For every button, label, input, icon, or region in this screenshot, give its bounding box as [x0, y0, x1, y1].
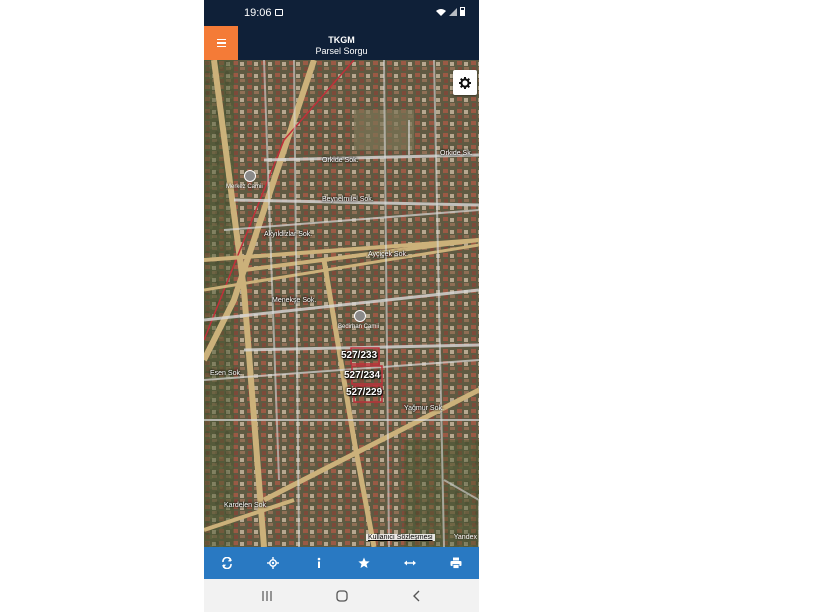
android-nav-bar	[204, 579, 479, 612]
street-label: Kardelen Sok.	[224, 502, 268, 509]
mosque-icon[interactable]	[244, 170, 256, 182]
satellite-imagery	[204, 60, 479, 547]
recents-button[interactable]	[252, 581, 282, 611]
gear-icon	[459, 76, 471, 89]
refresh-icon	[222, 557, 232, 569]
street-label: Yağmur Sok.	[404, 405, 444, 412]
back-icon	[412, 590, 419, 601]
info-button[interactable]	[304, 547, 334, 579]
recents-icon	[261, 590, 272, 601]
star-icon	[358, 557, 370, 568]
poi-label: Bedirhan Camii	[338, 324, 380, 330]
map-attribution: Yandex	[453, 534, 477, 541]
home-icon	[335, 589, 348, 602]
mosque-icon[interactable]	[354, 310, 366, 322]
wifi-icon	[436, 8, 446, 16]
status-icons	[436, 7, 465, 16]
terms-link[interactable]: Kullanıcı Sözleşmesi	[366, 534, 435, 541]
gallery-notification-icon	[275, 9, 283, 16]
favorites-button[interactable]	[349, 547, 379, 579]
app-title: TKGM	[328, 35, 355, 45]
street-label: Esen Sok.	[210, 370, 242, 377]
parcel-label-233[interactable]: 527/233	[341, 350, 377, 361]
status-bar: 19:06	[204, 0, 479, 26]
locate-button[interactable]	[258, 547, 288, 579]
locate-icon	[266, 557, 279, 569]
street-label: Beynelmilel Sok.	[322, 196, 374, 203]
info-icon	[317, 557, 320, 568]
street-label: Menekşe Sok.	[272, 297, 317, 304]
satellite-map[interactable]: Orkide Sok. Orkide Sk. Ayçiçek Sok. Akyı…	[204, 60, 479, 547]
home-button[interactable]	[327, 581, 357, 611]
phone-screen: 19:06 TKGM Parsel Sorgu Orkide Sok. Orki…	[204, 0, 479, 612]
street-label: Orkide Sk.	[440, 150, 473, 157]
parcel-label-234[interactable]: 527/234	[344, 370, 380, 381]
street-label: Ayçiçek Sok.	[368, 251, 408, 258]
bottom-toolbar	[204, 547, 479, 579]
signal-icon	[449, 7, 457, 16]
measure-button[interactable]	[395, 547, 425, 579]
measure-icon	[404, 560, 417, 566]
print-icon	[450, 557, 462, 569]
back-button[interactable]	[402, 581, 432, 611]
status-time: 19:06	[244, 7, 272, 19]
settings-button[interactable]	[453, 70, 477, 95]
poi-label: Merkez Camii	[226, 184, 263, 190]
battery-icon	[460, 7, 465, 16]
parcel-label-229[interactable]: 527/229	[346, 387, 382, 398]
app-subtitle: Parsel Sorgu	[315, 46, 368, 56]
street-label: Akyıldızlar Sok.	[264, 231, 313, 238]
app-header: TKGM Parsel Sorgu	[204, 26, 479, 60]
refresh-button[interactable]	[212, 547, 242, 579]
street-label: Orkide Sok.	[322, 157, 359, 164]
print-button[interactable]	[441, 547, 471, 579]
